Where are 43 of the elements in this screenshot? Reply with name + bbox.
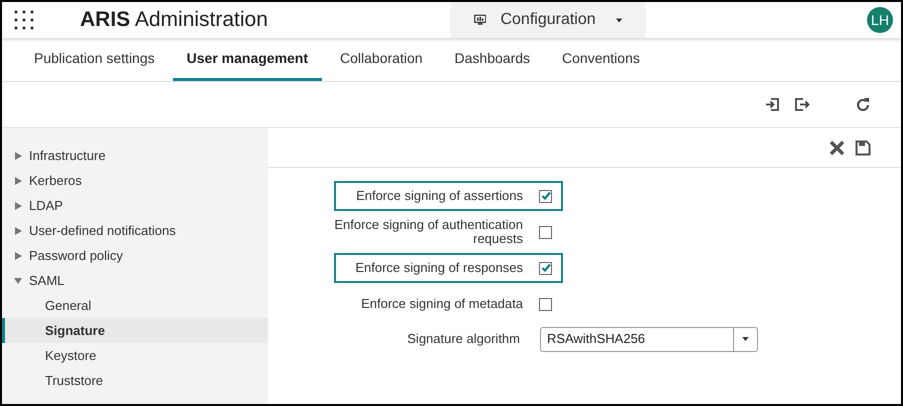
field-label: Enforce signing of responses	[354, 261, 523, 275]
tab[interactable]: Dashboards	[440, 38, 544, 81]
apps-grid-icon[interactable]	[14, 10, 34, 30]
import-icon[interactable]	[765, 97, 780, 112]
checkbox[interactable]	[539, 262, 552, 274]
tree-item[interactable]: General	[2, 293, 268, 318]
monitor-icon	[474, 13, 486, 27]
caret-icon	[616, 18, 622, 22]
caret-icon[interactable]	[742, 337, 749, 341]
tree-item[interactable]: Signature	[2, 318, 268, 343]
user-avatar[interactable]: LH	[867, 7, 893, 33]
save-icon[interactable]	[855, 140, 871, 156]
tree-item[interactable]: User-defined notifications	[2, 218, 268, 243]
tab[interactable]: Publication settings	[20, 38, 169, 81]
algorithm-dropdown[interactable]: RSAwithSHA256	[540, 326, 758, 352]
tree-item[interactable]: Kerberos	[2, 168, 268, 193]
app-title: ARIS Administration	[80, 7, 268, 34]
field-label: Enforce signing of authentication requests	[333, 218, 523, 246]
tree-item[interactable]: Infrastructure	[2, 143, 268, 168]
tab[interactable]: Conventions	[548, 38, 654, 81]
configuration-dropdown[interactable]: Configuration	[450, 2, 646, 38]
refresh-icon[interactable]	[855, 96, 871, 112]
triangle-right-icon[interactable]	[14, 252, 22, 260]
checkbox[interactable]	[539, 298, 552, 310]
triangle-right-icon[interactable]	[14, 152, 22, 160]
checkbox[interactable]	[539, 190, 552, 202]
checkbox[interactable]	[539, 226, 552, 238]
tab[interactable]: User management	[172, 38, 322, 81]
tree-item[interactable]: Keystore	[2, 343, 268, 368]
close-icon[interactable]	[829, 140, 845, 156]
triangle-down-icon[interactable]	[14, 276, 22, 284]
tree-item[interactable]: Truststore	[2, 368, 268, 393]
field-label: Signature algorithm	[406, 330, 520, 348]
triangle-right-icon[interactable]	[14, 226, 22, 234]
field-label: Enforce signing of assertions	[355, 189, 523, 203]
tab[interactable]: Collaboration	[326, 38, 437, 81]
export-icon[interactable]	[794, 97, 811, 112]
field-label: Enforce signing of metadata	[360, 297, 523, 311]
triangle-right-icon[interactable]	[14, 202, 22, 210]
tree-item[interactable]: Password policy	[2, 243, 268, 268]
triangle-right-icon[interactable]	[14, 176, 22, 184]
tree-item[interactable]: SAML	[2, 268, 268, 293]
tree-item[interactable]: LDAP	[2, 193, 268, 218]
